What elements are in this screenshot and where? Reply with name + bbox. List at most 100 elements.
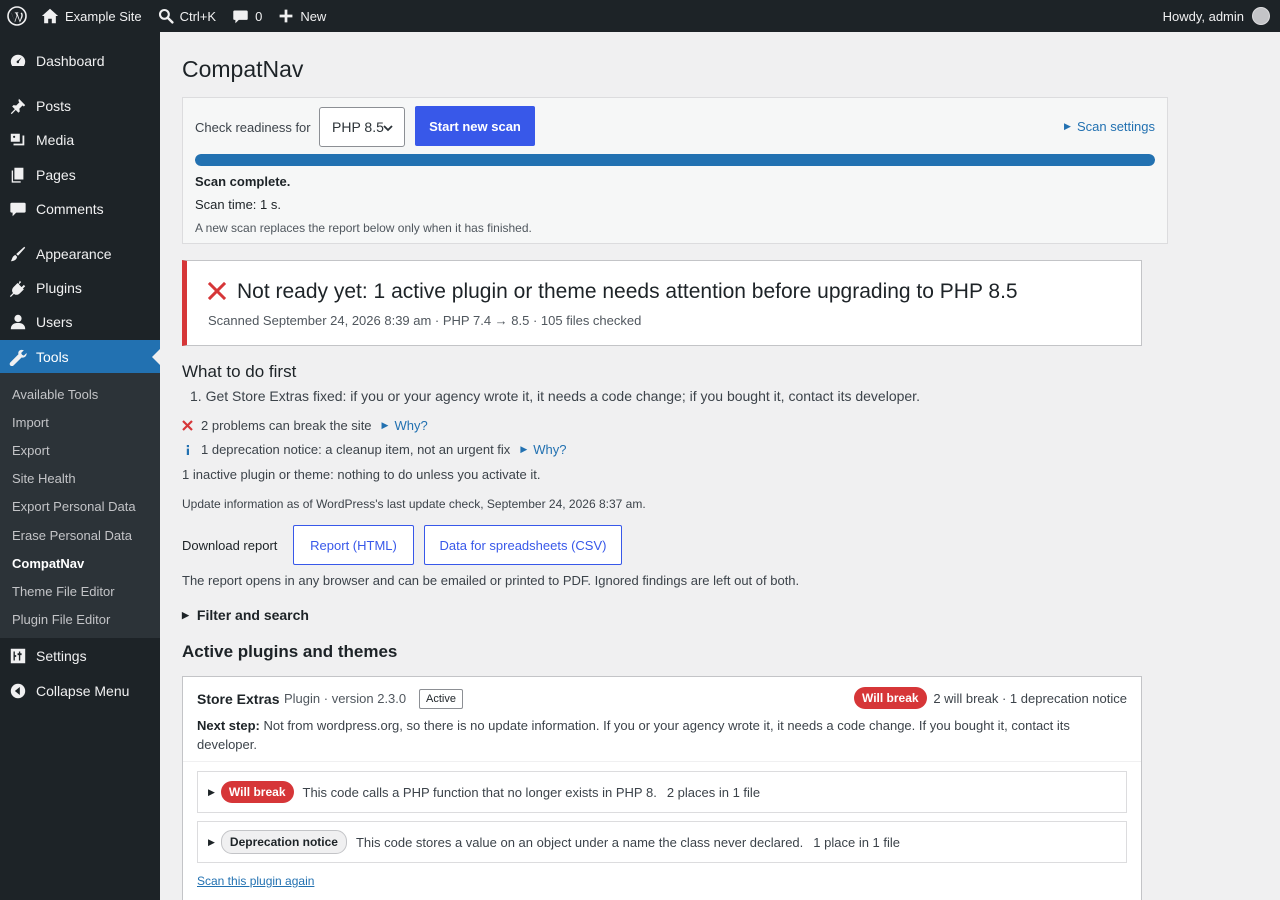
will-break-badge: Will break <box>854 687 927 709</box>
why-label: Why? <box>533 442 567 457</box>
filter-and-search-toggle[interactable]: ▶ Filter and search <box>182 607 309 623</box>
finding-count: 2 places in 1 file <box>666 784 761 800</box>
triangle-right-icon: ▶ <box>182 609 189 620</box>
verdict-headline: Not ready yet: 1 active plugin or theme … <box>237 280 1018 303</box>
chevron-down-icon <box>383 125 393 132</box>
plus-icon <box>279 9 293 23</box>
check-readiness-label: Check readiness for <box>195 120 311 135</box>
menu-pages[interactable]: Pages <box>0 158 160 192</box>
menu-media-label: Media <box>36 132 75 148</box>
plugin-card: Store Extras Plugin · version 2.3.0 Acti… <box>182 676 1142 900</box>
collapse-arrow-icon <box>0 682 36 700</box>
howdy-text: Howdy, admin <box>1162 8 1244 24</box>
deprecation-notice-badge: Deprecation notice <box>220 830 347 854</box>
filter-label: Filter and search <box>196 607 309 623</box>
card-divider <box>183 761 1141 762</box>
plugin-status-pill: Active <box>419 689 463 709</box>
next-step-text: Not from wordpress.org, so there is no u… <box>197 718 1070 752</box>
pages-icon <box>0 166 36 184</box>
submenu-erase-personal-data[interactable]: Erase Personal Data <box>12 528 132 543</box>
submenu-plugin-file-editor[interactable]: Plugin File Editor <box>12 612 110 627</box>
menu-settings-label: Settings <box>36 648 87 664</box>
rescan-plugin-link[interactable]: Scan this plugin again <box>197 874 314 888</box>
comments-count: 0 <box>255 8 263 24</box>
comments-link[interactable]: 0 <box>224 0 270 32</box>
first-step: 1. Get Store Extras fixed: if you or you… <box>190 388 920 404</box>
inactive-note: 1 inactive plugin or theme: nothing to d… <box>182 467 541 482</box>
php-version-select[interactable]: PHP 8.5 <box>319 107 405 147</box>
why-label: Why? <box>394 418 428 433</box>
submenu-import[interactable]: Import <box>12 415 49 430</box>
triangle-right-icon: ▶ <box>208 836 215 847</box>
new-content-link[interactable]: New <box>270 0 334 32</box>
menu-plugins[interactable]: Plugins <box>0 271 160 305</box>
plugin-name: Store Extras <box>197 691 280 707</box>
plugin-type-version: Plugin · version 2.3.0 <box>284 691 407 706</box>
next-step-label: Next step: <box>197 718 260 733</box>
menu-users[interactable]: Users <box>0 305 160 339</box>
menu-comments[interactable]: Comments <box>0 192 160 226</box>
triangle-right-icon: ▶ <box>1064 121 1071 131</box>
menu-plugins-label: Plugins <box>36 280 82 296</box>
submenu-export-personal-data[interactable]: Export Personal Data <box>12 499 136 514</box>
site-name-link[interactable]: Example Site <box>33 0 150 32</box>
menu-settings[interactable]: Settings <box>0 639 160 673</box>
pin-icon <box>0 97 36 115</box>
wordpress-logo-icon[interactable] <box>0 0 33 32</box>
update-info: Update information as of WordPress's las… <box>182 497 646 511</box>
dashboard-icon <box>0 52 36 70</box>
start-new-scan-button[interactable]: Start new scan <box>415 106 535 146</box>
problems-why-toggle[interactable]: ▶ Why? <box>382 418 428 433</box>
account-menu[interactable]: Howdy, admin <box>1155 0 1280 32</box>
error-x-icon <box>208 282 226 300</box>
scan-progress-fill <box>195 154 1155 166</box>
menu-media[interactable]: Media <box>0 123 160 157</box>
menu-comments-label: Comments <box>36 201 104 217</box>
triangle-right-icon: ▶ <box>208 786 215 797</box>
settings-sliders-icon <box>0 647 36 665</box>
scan-settings-toggle[interactable]: ▶ Scan settings <box>1064 119 1155 134</box>
verdict-notice: Not ready yet: 1 active plugin or theme … <box>182 260 1142 346</box>
problems-row: 2 problems can break the site ▶ Why? <box>182 418 428 433</box>
scan-time: Scan time: 1 s. <box>195 197 281 212</box>
finding-row[interactable]: ▶ Deprecation notice This code stores a … <box>197 821 1127 863</box>
submenu-available-tools[interactable]: Available Tools <box>12 387 98 402</box>
notice-text: 1 deprecation notice: a cleanup item, no… <box>201 442 511 457</box>
admin-bar: Example Site Ctrl+K 0 New Howdy, admin <box>0 0 1280 32</box>
notice-row: 1 deprecation notice: a cleanup item, no… <box>182 442 566 457</box>
comment-icon <box>233 10 248 23</box>
admin-sidebar: Dashboard Posts Media Pages Comments App… <box>0 32 160 900</box>
submenu-theme-file-editor[interactable]: Theme File Editor <box>12 584 115 599</box>
download-html-button[interactable]: Report (HTML) <box>293 525 414 565</box>
tools-submenu: Available Tools Import Export Site Healt… <box>0 373 160 638</box>
menu-dashboard[interactable]: Dashboard <box>0 44 160 78</box>
will-break-badge: Will break <box>220 781 294 803</box>
notice-why-toggle[interactable]: ▶ Why? <box>520 442 566 457</box>
media-icon <box>0 131 36 149</box>
menu-dashboard-label: Dashboard <box>36 53 105 69</box>
submenu-export[interactable]: Export <box>12 443 50 458</box>
paintbrush-icon <box>0 245 36 263</box>
download-csv-button[interactable]: Data for spreadsheets (CSV) <box>424 525 622 565</box>
next-step: Next step: Not from wordpress.org, so th… <box>197 716 1117 754</box>
menu-users-label: Users <box>36 314 73 330</box>
menu-appearance[interactable]: Appearance <box>0 237 160 271</box>
plugin-icon <box>0 279 36 297</box>
users-icon <box>0 313 36 331</box>
php-version-value: PHP 8.5 <box>332 119 384 135</box>
menu-posts[interactable]: Posts <box>0 89 160 123</box>
finding-row[interactable]: ▶ Will break This code calls a PHP funct… <box>197 771 1127 813</box>
search-shortcut[interactable]: Ctrl+K <box>150 0 224 32</box>
download-report-label: Download report <box>182 538 278 553</box>
triangle-right-icon: ▶ <box>520 444 528 454</box>
collapse-menu-button[interactable]: Collapse Menu <box>0 674 160 708</box>
finding-description: This code stores a value on an object un… <box>355 834 804 850</box>
scan-status: Scan complete. <box>195 174 291 189</box>
new-label: New <box>300 8 327 24</box>
submenu-site-health[interactable]: Site Health <box>12 471 76 486</box>
scan-panel: Check readiness for PHP 8.5 Start new sc… <box>182 97 1168 244</box>
submenu-compatnav[interactable]: CompatNav <box>12 556 84 571</box>
info-icon <box>182 444 201 456</box>
report-note: The report opens in any browser and can … <box>182 573 800 588</box>
menu-tools[interactable]: Tools <box>0 340 160 374</box>
